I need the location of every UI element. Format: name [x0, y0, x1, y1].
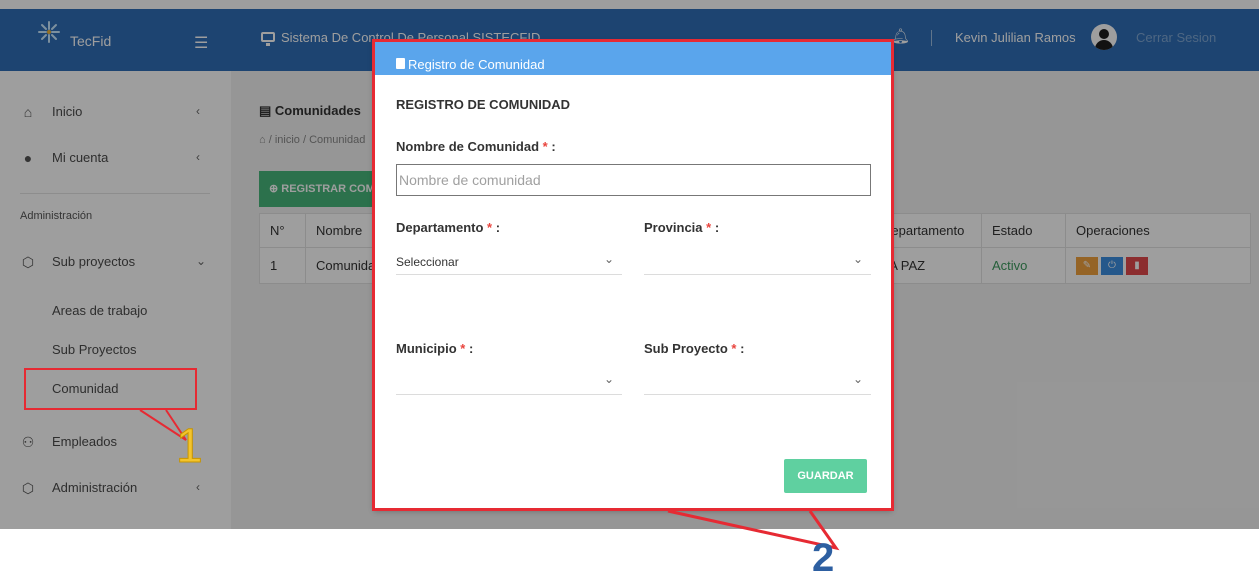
- annotation-step1-number: 1: [176, 420, 204, 474]
- annotation-box-step2: [372, 39, 894, 511]
- annotation-step2-number: 2: [812, 536, 835, 580]
- annotation-box-step1: [24, 368, 197, 410]
